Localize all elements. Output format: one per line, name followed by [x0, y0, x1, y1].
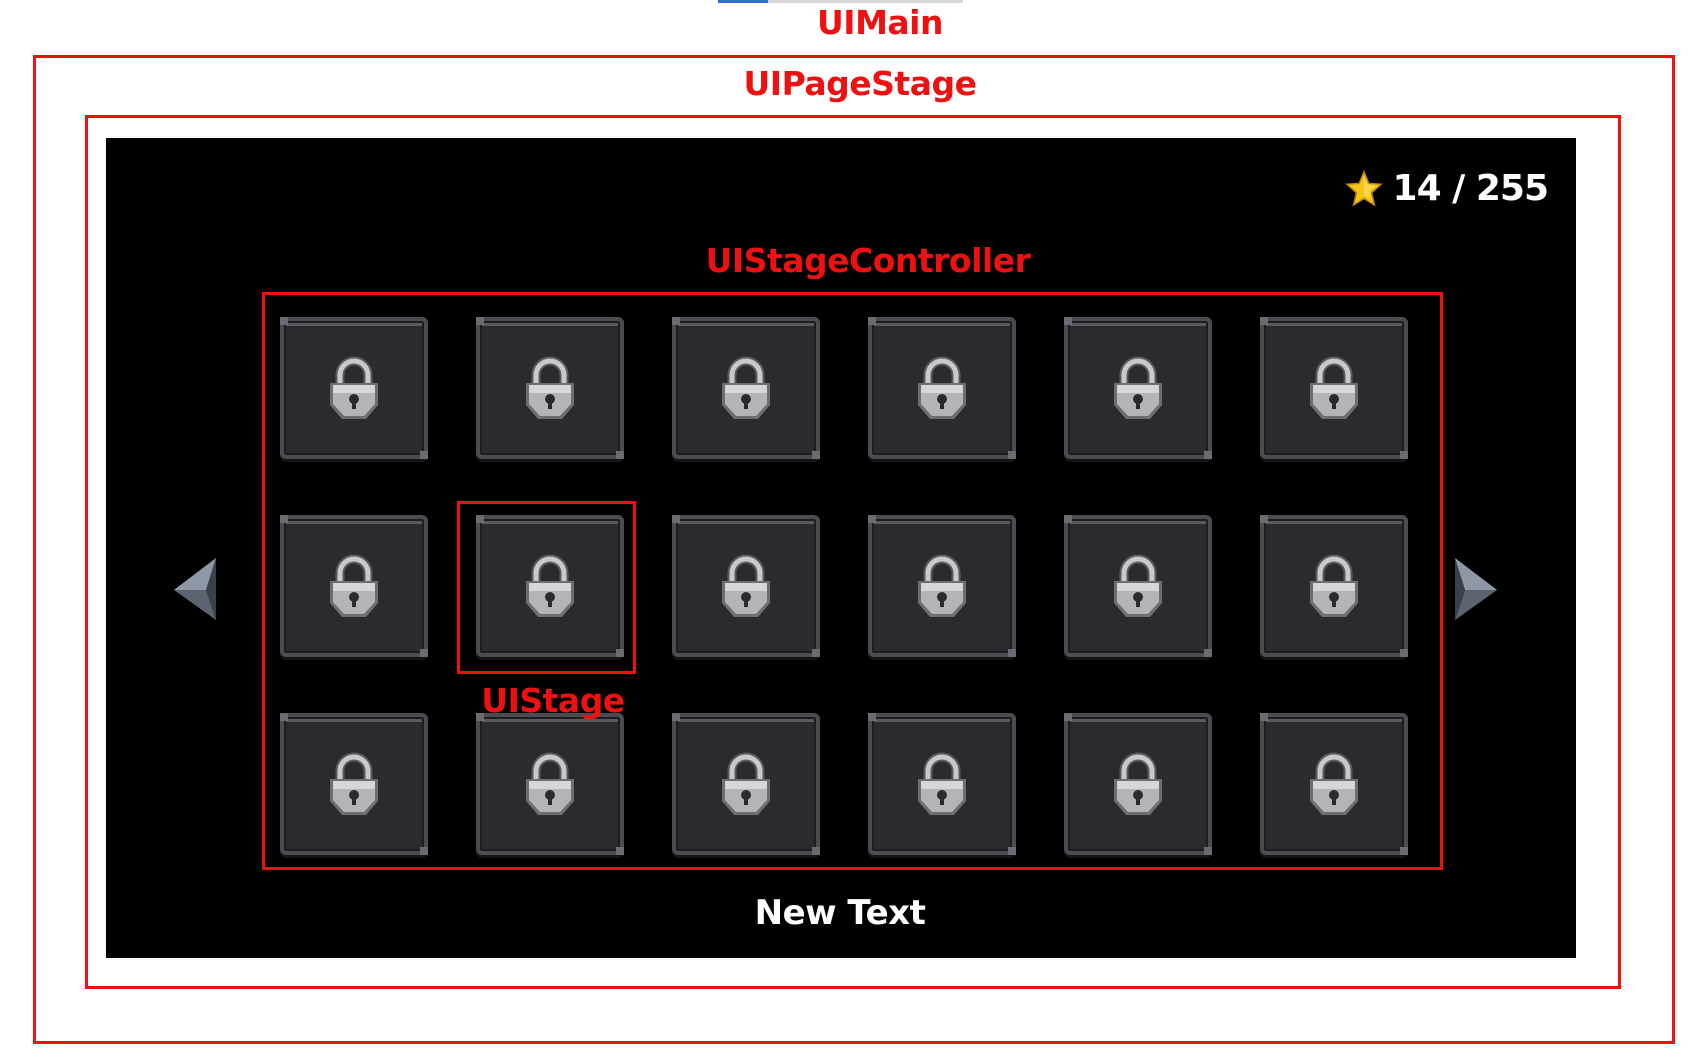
lock-icon — [722, 554, 770, 617]
lock-icon — [1114, 554, 1162, 617]
uistagecontroller-label: UIStageController — [705, 241, 1031, 280]
annotated-screenshot: UIMain UIPageStage 14 / 255 UIStageContr… — [0, 0, 1700, 1060]
lock-icon — [1310, 752, 1358, 815]
stage-tile-13[interactable] — [280, 713, 428, 855]
stage-tile-4[interactable] — [868, 317, 1016, 459]
star-icon — [1344, 169, 1383, 207]
stage-tile-15[interactable] — [672, 713, 820, 855]
stage-tile-18[interactable] — [1260, 713, 1408, 855]
stage-tile-17[interactable] — [1064, 713, 1212, 855]
stage-tile-12[interactable] — [1260, 515, 1408, 657]
star-count: 14 / 255 — [1392, 168, 1549, 209]
lock-icon — [330, 752, 378, 815]
lock-icon — [1310, 356, 1358, 419]
lock-icon — [918, 554, 966, 617]
lock-icon — [722, 356, 770, 419]
stage-grid — [280, 317, 1430, 855]
lock-icon — [526, 752, 574, 815]
uimain-label: UIMain — [817, 3, 944, 42]
lock-icon — [330, 356, 378, 419]
arrow-right-icon[interactable] — [1451, 556, 1499, 622]
stage-tile-5[interactable] — [1064, 317, 1212, 459]
stage-tile-1[interactable] — [280, 317, 428, 459]
stage-tile-3[interactable] — [672, 317, 820, 459]
arrow-left-icon[interactable] — [172, 556, 220, 622]
stage-tile-16[interactable] — [868, 713, 1016, 855]
stage-tile-10[interactable] — [868, 515, 1016, 657]
lock-icon — [918, 356, 966, 419]
uistage-box — [457, 501, 636, 674]
stage-tile-6[interactable] — [1260, 317, 1408, 459]
stage-tile-2[interactable] — [476, 317, 624, 459]
stage-tile-7[interactable] — [280, 515, 428, 657]
lock-icon — [1114, 752, 1162, 815]
uistage-label: UIStage — [481, 681, 625, 720]
lock-icon — [1114, 356, 1162, 419]
footer-text: New Text — [754, 893, 926, 933]
lock-icon — [918, 752, 966, 815]
lock-icon — [526, 356, 574, 419]
stage-tile-11[interactable] — [1064, 515, 1212, 657]
stage-tile-9[interactable] — [672, 515, 820, 657]
stage-tile-14[interactable] — [476, 713, 624, 855]
lock-icon — [330, 554, 378, 617]
star-counter: 14 / 255 — [1344, 168, 1549, 209]
uipagestage-label: UIPageStage — [743, 64, 977, 103]
lock-icon — [722, 752, 770, 815]
lock-icon — [1310, 554, 1358, 617]
